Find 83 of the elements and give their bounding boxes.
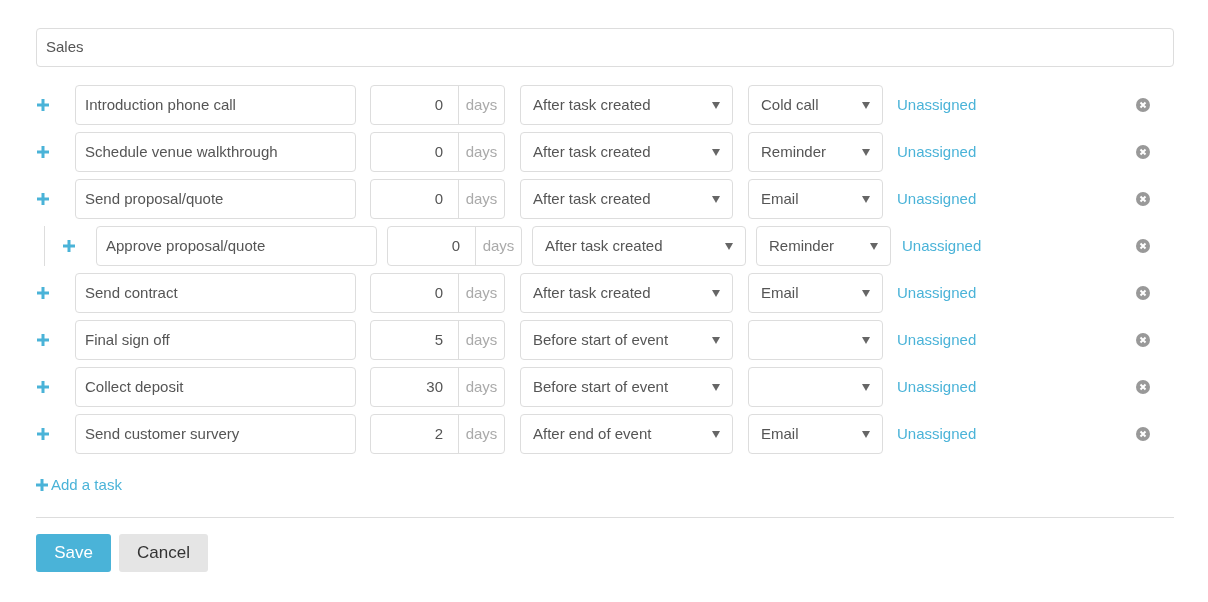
caret-icon <box>862 195 870 203</box>
caret-icon <box>862 383 870 391</box>
type-select[interactable]: Reminder <box>756 226 891 266</box>
type-select[interactable]: Reminder <box>748 132 883 172</box>
type-select[interactable]: Email <box>748 414 883 454</box>
type-select[interactable] <box>748 320 883 360</box>
task-name-field[interactable]: Introduction phone call <box>75 85 356 125</box>
caret-icon <box>712 195 720 203</box>
offset-value: 0 <box>433 94 444 115</box>
caret-icon <box>712 101 720 109</box>
task-name-field[interactable]: Final sign off <box>75 320 356 360</box>
type-select[interactable] <box>748 367 883 407</box>
remove-icon[interactable] <box>1136 333 1150 347</box>
cancel-button[interactable]: Cancel <box>119 533 208 572</box>
offset-field[interactable]: 30 days <box>370 367 505 407</box>
unit-label: days <box>458 321 504 359</box>
timing-select[interactable]: Before start of event <box>520 367 733 407</box>
remove-icon[interactable] <box>1136 145 1150 159</box>
caret-icon <box>862 148 870 156</box>
caret-icon <box>712 430 720 438</box>
task-name-field[interactable]: Schedule venue walkthrough <box>75 132 356 172</box>
unit-label: days <box>458 133 504 171</box>
offset-value: 5 <box>433 329 444 350</box>
offset-field[interactable]: 2 days <box>370 414 505 454</box>
unit-label: days <box>458 180 504 218</box>
offset-field[interactable]: 0 days <box>370 132 505 172</box>
plus-icon[interactable] <box>37 146 49 158</box>
unit-label: days <box>458 86 504 124</box>
caret-icon <box>870 242 878 250</box>
type-select[interactable]: Cold call <box>748 85 883 125</box>
caret-icon <box>725 242 733 250</box>
offset-value: 2 <box>433 423 444 444</box>
offset-value: 0 <box>450 235 461 256</box>
task-name-field[interactable]: Send customer survery <box>75 414 356 454</box>
timing-select[interactable]: After task created <box>520 85 733 125</box>
offset-value: 30 <box>425 376 444 397</box>
remove-icon[interactable] <box>1136 239 1150 253</box>
remove-icon[interactable] <box>1136 380 1150 394</box>
plus-icon[interactable] <box>37 334 49 346</box>
unit-label: days <box>458 274 504 312</box>
offset-field[interactable]: 0 days <box>370 273 505 313</box>
remove-icon[interactable] <box>1136 427 1150 441</box>
caret-icon <box>862 101 870 109</box>
timing-select[interactable]: After end of event <box>520 414 733 454</box>
remove-icon[interactable] <box>1136 98 1150 112</box>
remove-icon[interactable] <box>1136 192 1150 206</box>
type-select[interactable]: Email <box>748 179 883 219</box>
offset-value: 0 <box>433 141 444 162</box>
plus-icon[interactable] <box>63 240 75 252</box>
task-name-field[interactable]: Send contract <box>75 273 356 313</box>
timing-select[interactable]: After task created <box>520 179 733 219</box>
caret-icon <box>712 148 720 156</box>
offset-field[interactable]: 0 days <box>387 226 522 266</box>
unit-label: days <box>458 415 504 453</box>
plus-icon[interactable] <box>37 193 49 205</box>
plus-icon[interactable] <box>37 287 49 299</box>
type-select[interactable]: Email <box>748 273 883 313</box>
timing-select[interactable]: After task created <box>520 273 733 313</box>
offset-value: 0 <box>433 282 444 303</box>
remove-icon[interactable] <box>1136 286 1150 300</box>
timing-select[interactable]: After task created <box>532 226 746 266</box>
group-name-field[interactable]: Sales <box>36 28 1174 67</box>
unit-label: days <box>475 227 521 265</box>
task-name-field[interactable]: Send proposal/quote <box>75 179 356 219</box>
plus-icon[interactable] <box>37 428 49 440</box>
task-name-field[interactable]: Approve proposal/quote <box>96 226 377 266</box>
unit-label: days <box>458 368 504 406</box>
task-name-field[interactable]: Collect deposit <box>75 367 356 407</box>
caret-icon <box>712 383 720 391</box>
offset-field[interactable]: 0 days <box>370 85 505 125</box>
caret-icon <box>712 336 720 344</box>
offset-field[interactable]: 5 days <box>370 320 505 360</box>
caret-icon <box>862 430 870 438</box>
caret-icon <box>862 289 870 297</box>
timing-select[interactable]: Before start of event <box>520 320 733 360</box>
plus-icon[interactable] <box>37 99 49 111</box>
timing-select[interactable]: After task created <box>520 132 733 172</box>
offset-value: 0 <box>433 188 444 209</box>
plus-icon[interactable] <box>36 479 48 492</box>
caret-icon <box>712 289 720 297</box>
offset-field[interactable]: 0 days <box>370 179 505 219</box>
plus-icon[interactable] <box>37 381 49 393</box>
caret-icon <box>862 336 870 344</box>
